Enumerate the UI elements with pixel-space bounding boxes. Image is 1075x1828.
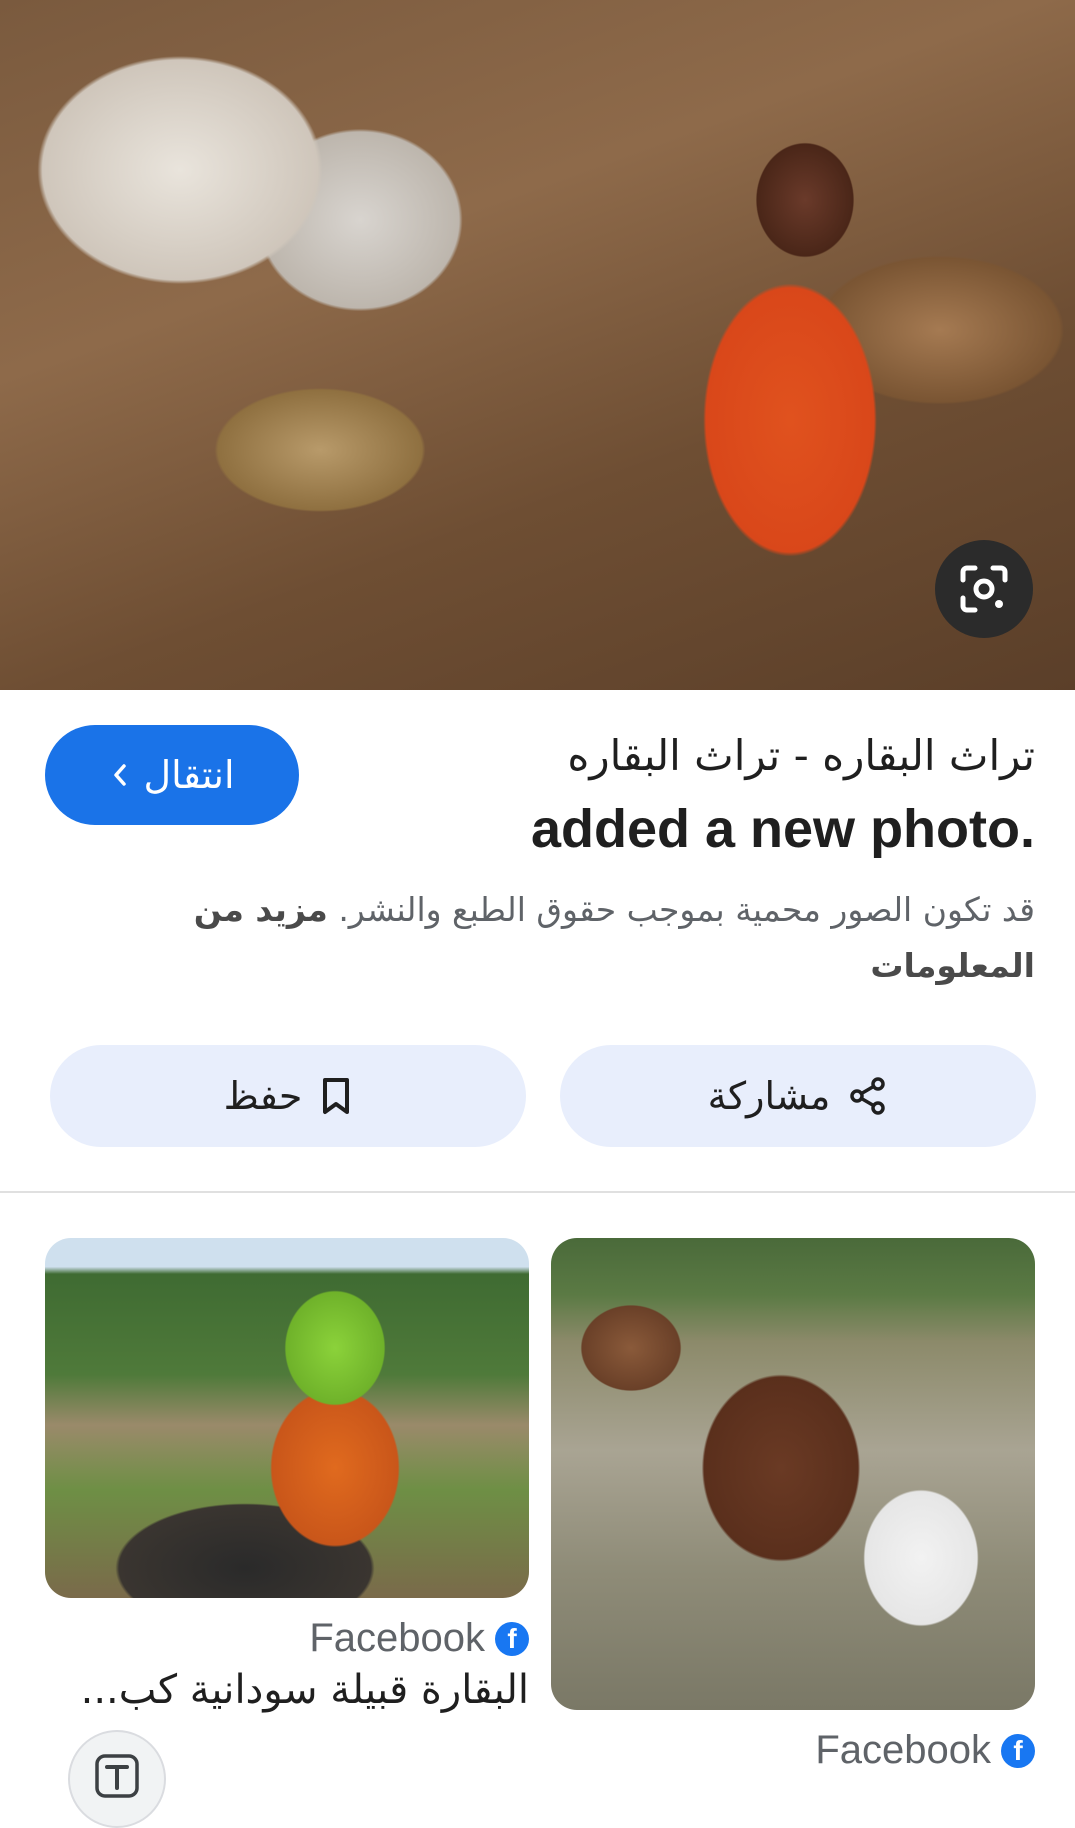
share-icon [850,1077,886,1115]
facebook-icon: f [495,1621,529,1656]
facebook-icon: f [1001,1733,1035,1768]
lens-search-icon [960,565,1008,613]
related-thumbnail[interactable] [45,1238,529,1598]
visit-button[interactable]: انتقال [45,725,299,825]
share-label: مشاركة [707,1074,831,1118]
lens-search-button[interactable] [935,540,1033,638]
related-source: Facebook f [551,1728,1035,1773]
text-select-button[interactable] [68,1730,166,1828]
chevron-left-icon [113,764,126,786]
bookmark-icon [323,1078,350,1114]
related-card[interactable]: Facebook f البقارة قبيلة سودانية كب... [45,1238,529,1713]
source-label: Facebook [815,1728,991,1772]
save-label: حفظ [223,1074,303,1118]
copyright-notice: قد تكون الصور محمية بموجب حقوق الطبع وال… [45,882,1035,994]
related-caption[interactable]: البقارة قبيلة سودانية كب... [45,1667,529,1713]
section-divider [0,1191,1075,1193]
save-button[interactable]: حفظ [50,1045,526,1147]
related-thumbnail[interactable] [551,1238,1035,1710]
hero-image[interactable] [0,0,1075,690]
result-title: تراث البقاره - تراث البقاره [567,731,1035,780]
source-label: Facebook [309,1616,485,1660]
related-card[interactable]: Facebook f [551,1238,1035,1773]
text-icon [95,1754,139,1798]
share-button[interactable]: مشاركة [560,1045,1036,1147]
copyright-text: قد تكون الصور محمية بموجب حقوق الطبع وال… [338,890,1035,929]
result-subtitle: added a new photo. [530,799,1035,859]
related-source: Facebook f [45,1616,529,1661]
visit-label: انتقال [143,753,235,797]
